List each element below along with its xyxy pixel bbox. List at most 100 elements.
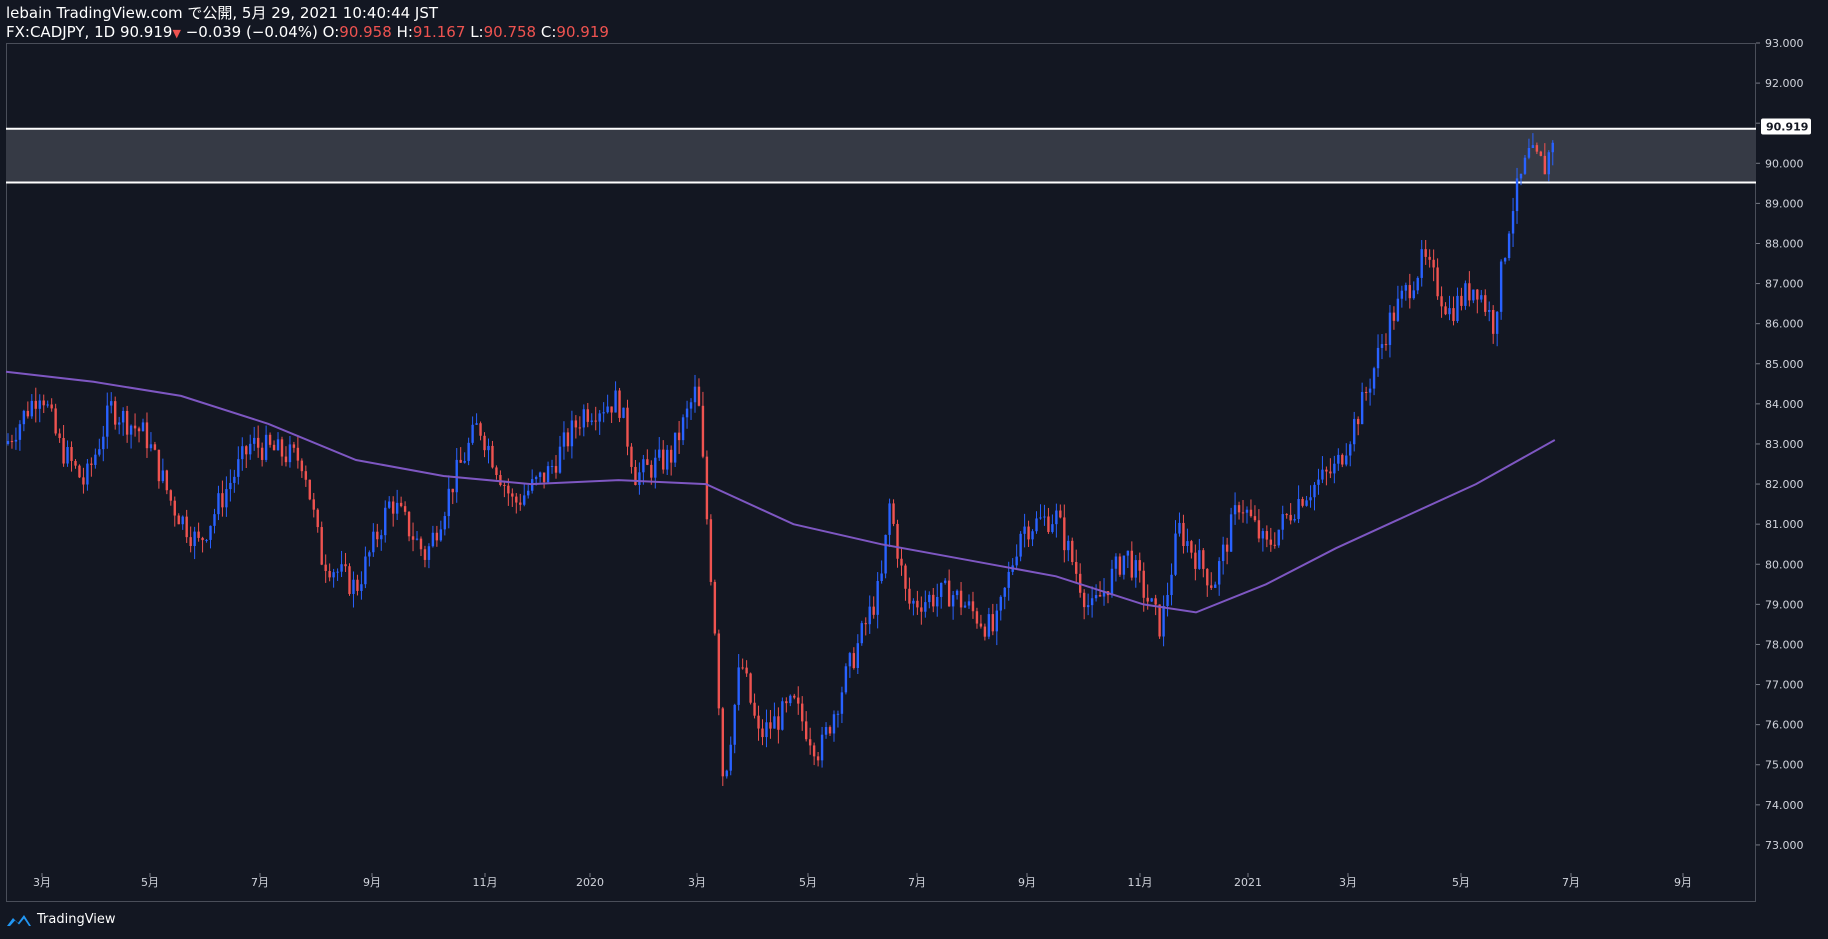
- x-tick-label: 3月: [1339, 876, 1357, 889]
- candle-body: [816, 756, 820, 761]
- candle-body: [1186, 541, 1189, 547]
- candle-body: [685, 408, 689, 418]
- candle-body: [507, 485, 510, 494]
- candle-body: [1472, 289, 1475, 301]
- candle-body: [1253, 516, 1257, 521]
- candle-body: [979, 623, 983, 627]
- y-tick-label: 85.000: [1765, 358, 1804, 371]
- candle-body: [638, 472, 641, 485]
- candle-body: [14, 439, 18, 442]
- candle-body: [201, 537, 204, 541]
- candle-body: [1277, 529, 1280, 546]
- candle-body: [1484, 295, 1487, 312]
- candle-body: [558, 446, 562, 473]
- candle-body: [1015, 556, 1018, 566]
- y-tick-label: 81.000: [1765, 518, 1804, 531]
- candle-body: [1392, 312, 1396, 321]
- candle-body: [876, 581, 879, 615]
- candle-body: [1039, 517, 1042, 519]
- candle-body: [1237, 505, 1241, 513]
- candle-body: [1090, 598, 1094, 606]
- candle-body: [467, 442, 470, 461]
- candle-body: [963, 605, 967, 608]
- y-tick-label: 77.000: [1765, 679, 1804, 692]
- candle-body: [1225, 544, 1229, 552]
- candle-body: [1349, 444, 1352, 456]
- candle-body: [284, 456, 288, 463]
- candle-body: [598, 413, 601, 422]
- candle-body: [1309, 497, 1312, 501]
- candle-body: [673, 432, 677, 463]
- candle-body: [376, 531, 379, 540]
- candle-body: [650, 464, 653, 478]
- candle-body: [1019, 533, 1022, 557]
- candle-body: [860, 623, 863, 644]
- y-tick-label: 92.000: [1765, 77, 1804, 90]
- candle-body: [1122, 555, 1126, 575]
- candle-body: [951, 595, 955, 607]
- candle-body: [1071, 540, 1074, 562]
- candle-body: [955, 590, 959, 596]
- x-tick-label: 9月: [1018, 876, 1036, 889]
- candle-body: [626, 407, 629, 447]
- candle-body: [1499, 261, 1503, 312]
- candle-body: [693, 386, 697, 403]
- candle-body: [634, 466, 637, 485]
- candle-body: [602, 412, 605, 414]
- candle-body: [574, 420, 578, 428]
- candle-body: [1174, 533, 1177, 575]
- candle-body: [340, 564, 343, 572]
- candle-body: [1249, 509, 1253, 517]
- candle-body: [538, 472, 542, 477]
- footer: TradingView: [6, 912, 116, 927]
- candle-body: [987, 614, 991, 637]
- candle-body: [62, 438, 65, 464]
- candle-body: [999, 596, 1002, 611]
- candle-body: [292, 444, 296, 448]
- candle-body: [1261, 531, 1265, 539]
- candle-body: [435, 532, 439, 541]
- candle-body: [1420, 249, 1423, 278]
- candle-body: [975, 611, 979, 624]
- candle-body: [757, 715, 760, 729]
- candle-body: [1170, 574, 1173, 596]
- candle-body: [642, 459, 645, 473]
- y-tick-label: 73.000: [1765, 839, 1804, 852]
- candle-body: [519, 502, 522, 505]
- candle-body: [74, 460, 77, 466]
- candle-body: [824, 727, 828, 735]
- candle-body: [789, 695, 792, 704]
- candle-body: [1408, 285, 1412, 299]
- candle-body: [1480, 295, 1483, 300]
- candle-body: [586, 409, 589, 422]
- candle-body: [209, 525, 212, 540]
- y-tick-label: 82.000: [1765, 478, 1804, 491]
- candle-body: [1384, 344, 1388, 346]
- candle-body: [1400, 290, 1404, 299]
- candle-body: [1210, 585, 1213, 588]
- candle-body: [241, 446, 244, 460]
- candle-body: [1126, 550, 1130, 556]
- candle-body: [1098, 595, 1102, 597]
- y-tick-label: 90.000: [1765, 157, 1804, 170]
- candle-body: [1055, 510, 1058, 525]
- candle-body: [268, 434, 272, 445]
- candle-body: [411, 536, 415, 540]
- candle-body: [26, 410, 30, 417]
- candle-body: [546, 466, 550, 483]
- candle-body: [1142, 570, 1145, 598]
- x-tick-label: 5月: [1452, 876, 1470, 889]
- candle-body: [721, 708, 724, 777]
- candle-body: [1007, 571, 1010, 588]
- candle-body: [18, 424, 22, 440]
- candle-body: [50, 404, 53, 409]
- candle-body: [908, 588, 911, 604]
- y-tick-label: 80.000: [1765, 558, 1804, 571]
- candle-body: [582, 409, 586, 428]
- candle-body: [511, 493, 514, 497]
- candle-body: [1432, 259, 1435, 268]
- price-chart[interactable]: 93.00092.00091.00090.00089.00088.00087.0…: [0, 0, 1828, 905]
- x-tick-label: 7月: [251, 876, 269, 889]
- candle-body: [1190, 541, 1193, 553]
- candle-body: [550, 466, 554, 468]
